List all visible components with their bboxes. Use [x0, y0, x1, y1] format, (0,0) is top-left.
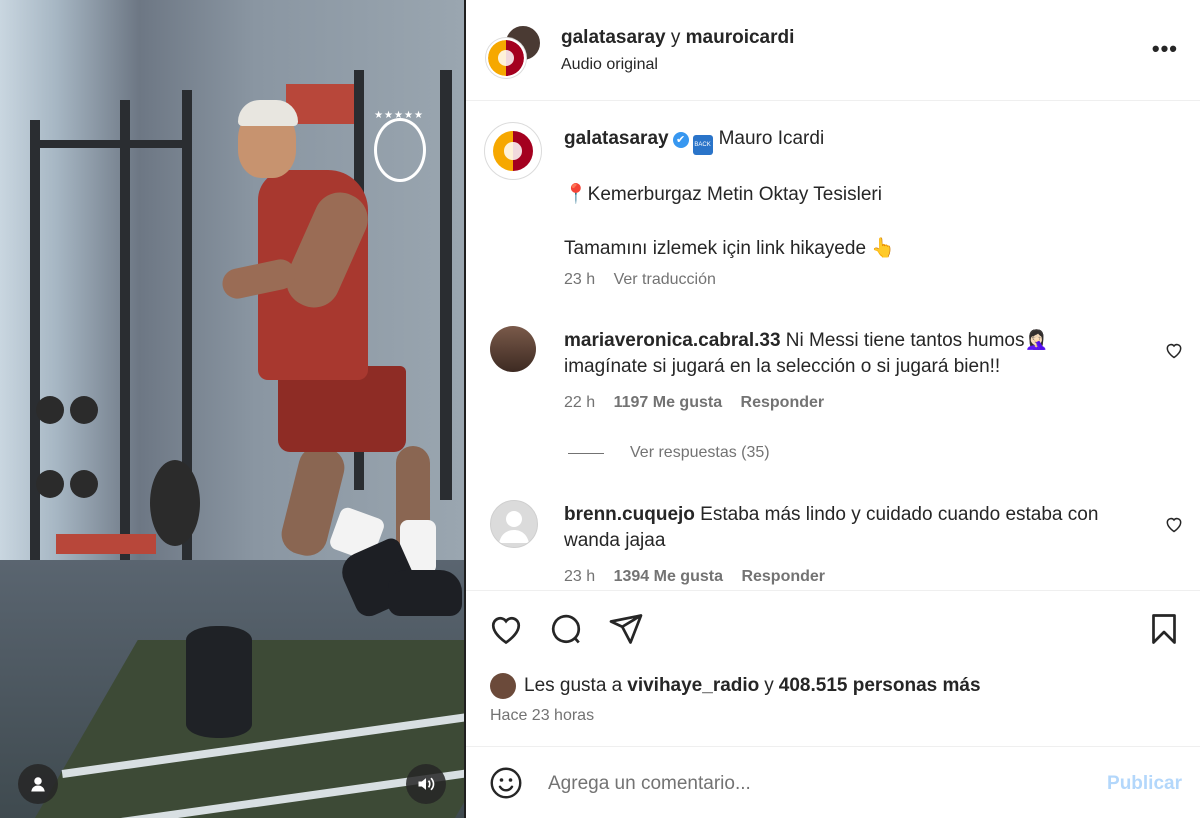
- reply-button[interactable]: Responder: [741, 568, 825, 585]
- caption-avatar[interactable]: [484, 122, 542, 180]
- bookmark-icon[interactable]: [1146, 611, 1182, 647]
- comment-avatar-default[interactable]: [490, 500, 538, 548]
- default-user-icon: [499, 511, 529, 543]
- caption-title: Mauro Icardi: [718, 128, 825, 149]
- post-timestamp[interactable]: Hace 23 horas: [490, 707, 594, 725]
- comment-meta: 22 h 1197 Me gusta Responder: [564, 394, 824, 412]
- liker-avatar: [490, 673, 516, 699]
- audio-link[interactable]: Audio original: [561, 56, 658, 74]
- collab-avatars[interactable]: [486, 24, 542, 78]
- likes-middle: y: [764, 675, 774, 696]
- comment-likes[interactable]: 1197 Me gusta: [614, 394, 723, 411]
- comment-input[interactable]: [546, 767, 1070, 801]
- galatasaray-logo-icon: [488, 40, 524, 76]
- likes-summary: Les gusta a vivihaye_radio y 408.515 per…: [490, 673, 981, 699]
- comment-like-heart-icon[interactable]: [1164, 340, 1184, 360]
- more-options-icon[interactable]: •••: [1152, 36, 1178, 62]
- comment-body-continued: wanda jajaa: [564, 530, 666, 551]
- publish-button[interactable]: Publicar: [1107, 773, 1182, 795]
- comment-composer: Publicar: [466, 746, 1200, 819]
- post-actions: Les gusta a vivihaye_radio y 408.515 per…: [466, 590, 1200, 747]
- dumbbell: [70, 470, 98, 498]
- translate-link[interactable]: Ver traducción: [614, 271, 716, 288]
- replies-dash: [568, 452, 604, 454]
- comment-body-continued: imagínate si jugará en la selección o si…: [564, 356, 1001, 377]
- comment-likes[interactable]: 1394 Me gusta: [614, 568, 723, 585]
- foam-roller: [186, 626, 252, 738]
- user-icon: [31, 777, 45, 792]
- likes-count-link[interactable]: 408.515 personas más: [779, 675, 981, 697]
- caption-location-line: 📍Kemerburgaz Metin Oktay Tesisleri: [564, 182, 882, 206]
- comment-like-heart-icon[interactable]: [1164, 514, 1184, 534]
- authors-connector: y: [665, 27, 686, 48]
- comment-text: mariaveronica.cabral.33 Ni Messi tiene t…: [564, 328, 1124, 380]
- gym-rack: [30, 120, 40, 560]
- reel-video[interactable]: ★★★★★: [0, 0, 464, 818]
- speaker-icon: [418, 777, 435, 791]
- author-link-galatasaray[interactable]: galatasaray: [561, 27, 666, 48]
- share-send-icon[interactable]: [608, 611, 644, 647]
- post-details-panel: galatasaray y mauroicardi Audio original…: [466, 0, 1200, 818]
- barbell-plate: [150, 460, 200, 546]
- comment-meta: 23 h 1394 Me gusta Responder: [564, 568, 825, 586]
- weight-plate: [56, 534, 156, 554]
- comment-time[interactable]: 23 h: [564, 568, 595, 585]
- gym-rack: [440, 70, 452, 500]
- audio-toggle-button[interactable]: [406, 764, 446, 804]
- dumbbell: [36, 396, 64, 424]
- reply-button[interactable]: Responder: [741, 394, 825, 411]
- shoe: [388, 570, 462, 616]
- verified-badge-icon: ✔: [672, 132, 689, 148]
- comment-time[interactable]: 22 h: [564, 394, 595, 411]
- comment-bubble-icon[interactable]: [548, 611, 584, 647]
- caption-first-line: galatasaray ✔ BACK Mauro Icardi: [564, 128, 824, 155]
- caption-meta: 23 h Ver traducción: [564, 271, 716, 289]
- gym-rack: [30, 140, 190, 148]
- tagged-users-button[interactable]: [18, 764, 58, 804]
- back-emoji-icon: BACK: [692, 135, 713, 155]
- comment-body: Estaba más lindo y cuidado cuando estaba…: [694, 504, 1099, 525]
- likes-prefix: Les gusta a: [524, 675, 623, 696]
- post-authors: galatasaray y mauroicardi: [561, 27, 794, 49]
- liker-username[interactable]: vivihaye_radio: [627, 675, 759, 697]
- dumbbell: [70, 396, 98, 424]
- view-replies-label: Ver respuestas (35): [630, 444, 770, 461]
- comment-text: brenn.cuquejo Estaba más lindo y cuidado…: [564, 502, 1124, 554]
- caption-cta: Tamamını izlemek için link hikayede 👆: [564, 238, 895, 259]
- emoji-picker-icon[interactable]: [488, 765, 524, 801]
- comment-username[interactable]: brenn.cuquejo: [564, 504, 695, 525]
- comment-avatar[interactable]: [490, 326, 536, 372]
- caption-location: Kemerburgaz Metin Oktay Tesisleri: [587, 184, 882, 205]
- post-header: galatasaray y mauroicardi Audio original…: [466, 0, 1200, 101]
- gym-rack: [120, 100, 130, 560]
- club-crest-watermark: [374, 118, 426, 182]
- comment-username[interactable]: mariaveronica.cabral.33: [564, 330, 781, 351]
- like-heart-icon[interactable]: [488, 611, 524, 647]
- galatasaray-logo-icon: [493, 131, 533, 171]
- instagram-post-view: ★★★★★ galatasaray y mauroicardi Audio or…: [0, 0, 1200, 818]
- author-link-mauroicardi[interactable]: mauroicardi: [686, 27, 795, 48]
- view-replies-button[interactable]: Ver respuestas (35): [568, 444, 770, 462]
- caption-username[interactable]: galatasaray: [564, 128, 669, 149]
- comment-body: Ni Messi tiene tantos humos🤦🏻‍♀️: [780, 330, 1049, 351]
- hair: [238, 100, 298, 126]
- pin-icon: 📍: [564, 184, 588, 205]
- galatasaray-avatar: [486, 38, 526, 78]
- dumbbell: [36, 470, 64, 498]
- caption-time[interactable]: 23 h: [564, 271, 595, 288]
